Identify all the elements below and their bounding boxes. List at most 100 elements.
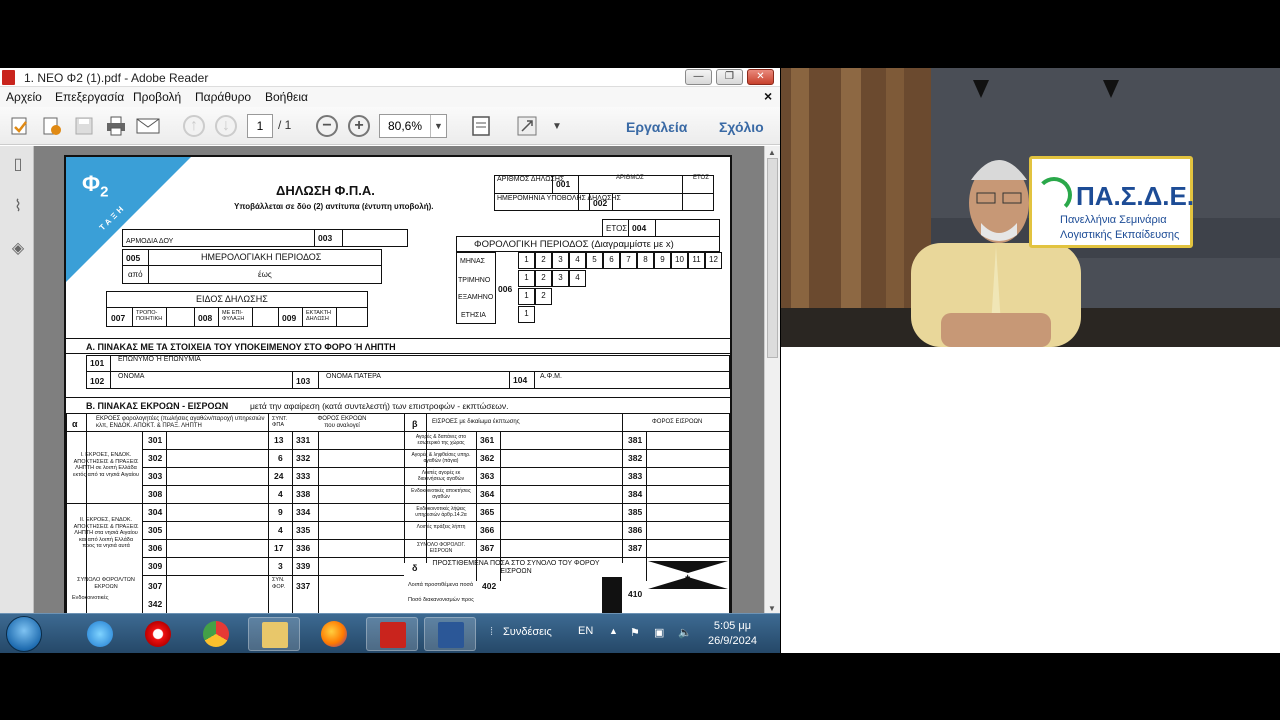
- close-button[interactable]: ✕: [747, 69, 774, 85]
- input-field-361[interactable]: [501, 432, 621, 448]
- code-382: 382: [628, 453, 643, 463]
- menu-file[interactable]: Αρχείο: [6, 90, 42, 104]
- tax-field-331[interactable]: [319, 432, 403, 448]
- tax-field-333[interactable]: [319, 468, 403, 484]
- quarter-cell-2[interactable]: 2: [535, 270, 552, 287]
- toolbar-options-icon[interactable]: ▼: [545, 114, 569, 138]
- year-cell-1[interactable]: 1: [518, 306, 535, 323]
- taskbar-firefox[interactable]: [308, 617, 360, 651]
- month-cell-3[interactable]: 3: [552, 252, 569, 269]
- previous-page-icon[interactable]: ↑: [183, 115, 205, 137]
- month-cell-12[interactable]: 12: [705, 252, 722, 269]
- action-center-icon[interactable]: ⚑: [630, 626, 640, 639]
- next-page-icon[interactable]: ↓: [215, 115, 237, 137]
- fit-page-icon[interactable]: [469, 114, 493, 138]
- tax-field-332[interactable]: [319, 450, 403, 466]
- month-cell-7[interactable]: 7: [620, 252, 637, 269]
- taskbar-recorder[interactable]: [132, 617, 184, 651]
- scroll-down-icon[interactable]: ▼: [768, 604, 776, 613]
- month-cell-5[interactable]: 5: [586, 252, 603, 269]
- vertical-scrollbar[interactable]: ▲ ▼: [764, 146, 780, 615]
- taskbar-internet-explorer[interactable]: [74, 617, 126, 651]
- menu-help[interactable]: Βοήθεια: [265, 90, 308, 104]
- amount-field-306[interactable]: [167, 540, 267, 556]
- tax-field-338[interactable]: [319, 486, 403, 502]
- create-pdf-icon[interactable]: [8, 114, 32, 138]
- scroll-up-icon[interactable]: ▲: [768, 148, 776, 157]
- input-field-365[interactable]: [501, 504, 621, 520]
- chevron-down-icon[interactable]: ▼: [430, 115, 446, 137]
- half-cell-1[interactable]: 1: [518, 288, 535, 305]
- zoom-in-icon[interactable]: +: [348, 115, 370, 137]
- page-number-input[interactable]: 1: [247, 114, 273, 138]
- input-tax-field-387[interactable]: [647, 540, 729, 556]
- tax-field-334[interactable]: [319, 504, 403, 520]
- amount-field-309[interactable]: [167, 558, 267, 574]
- email-icon[interactable]: [136, 114, 160, 138]
- input-field-362[interactable]: [501, 450, 621, 466]
- input-tax-field-385[interactable]: [647, 504, 729, 520]
- zoom-out-icon[interactable]: −: [316, 115, 338, 137]
- month-cell-1[interactable]: 1: [518, 252, 535, 269]
- month-cell-10[interactable]: 10: [671, 252, 688, 269]
- tax-field-335[interactable]: [319, 522, 403, 538]
- print-icon[interactable]: [104, 114, 128, 138]
- network-icon[interactable]: ▣: [654, 626, 664, 639]
- tax-field-336[interactable]: [319, 540, 403, 556]
- tax-field-339[interactable]: [319, 558, 403, 574]
- comment-pane-button[interactable]: Σχόλιο: [719, 119, 764, 135]
- menu-edit[interactable]: Επεξεργασία: [55, 90, 124, 104]
- taskbar-adobe-reader[interactable]: [366, 617, 418, 651]
- taskbar-chrome[interactable]: [190, 617, 242, 651]
- input-field-364[interactable]: [501, 486, 621, 502]
- start-button[interactable]: [6, 616, 42, 652]
- system-clock[interactable]: 5:05 μμ 26/9/2024: [708, 619, 757, 649]
- month-cell-6[interactable]: 6: [603, 252, 620, 269]
- amount-field-303[interactable]: [167, 468, 267, 484]
- month-cell-2[interactable]: 2: [535, 252, 552, 269]
- input-field-366[interactable]: [501, 522, 621, 538]
- menu-window[interactable]: Παράθυρο: [195, 90, 251, 104]
- save-icon[interactable]: [72, 114, 96, 138]
- month-cell-9[interactable]: 9: [654, 252, 671, 269]
- quarter-cell-3[interactable]: 3: [552, 270, 569, 287]
- amount-field-305[interactable]: [167, 522, 267, 538]
- links-toolbar[interactable]: Συνδέσεις: [503, 626, 552, 638]
- layers-icon[interactable]: ◈: [8, 238, 28, 258]
- amount-field-304[interactable]: [167, 504, 267, 520]
- maximize-button[interactable]: ❐: [716, 69, 743, 85]
- code-101: 101: [90, 358, 105, 368]
- scrollbar-thumb[interactable]: [767, 158, 778, 358]
- amount-field-302[interactable]: [167, 450, 267, 466]
- input-field-367[interactable]: [501, 540, 621, 556]
- page-thumbnails-icon[interactable]: ▯: [8, 154, 28, 174]
- quarter-cell-1[interactable]: 1: [518, 270, 535, 287]
- tools-pane-button[interactable]: Εργαλεία: [626, 119, 687, 135]
- language-indicator[interactable]: EN: [578, 625, 593, 637]
- show-hidden-icons-icon[interactable]: ▲: [609, 626, 618, 636]
- volume-muted-icon[interactable]: 🔈: [678, 626, 692, 639]
- minimize-button[interactable]: —: [685, 69, 712, 85]
- input-field-363[interactable]: [501, 468, 621, 484]
- menu-view[interactable]: Προβολή: [133, 90, 181, 104]
- month-cell-8[interactable]: 8: [637, 252, 654, 269]
- half-cell-2[interactable]: 2: [535, 288, 552, 305]
- close-document-button[interactable]: ×: [764, 88, 772, 104]
- edit-pdf-icon[interactable]: [40, 114, 64, 138]
- input-tax-field-381[interactable]: [647, 432, 729, 448]
- attachments-icon[interactable]: ⌇: [8, 196, 28, 216]
- month-cell-4[interactable]: 4: [569, 252, 586, 269]
- zoom-select[interactable]: 80,6% ▼: [379, 114, 447, 138]
- amount-field-301[interactable]: [167, 432, 267, 448]
- quarter-cell-4[interactable]: 4: [569, 270, 586, 287]
- input-tax-field-386[interactable]: [647, 522, 729, 538]
- input-tax-field-384[interactable]: [647, 486, 729, 502]
- input-tax-field-382[interactable]: [647, 450, 729, 466]
- input-tax-field-383[interactable]: [647, 468, 729, 484]
- taskbar-explorer[interactable]: [248, 617, 300, 651]
- amount-field-308[interactable]: [167, 486, 267, 502]
- taskbar-word[interactable]: [424, 617, 476, 651]
- full-screen-icon[interactable]: [515, 114, 539, 138]
- window-title: 1. ΝΕΟ Φ2 (1).pdf - Adobe Reader: [24, 71, 209, 85]
- month-cell-11[interactable]: 11: [688, 252, 705, 269]
